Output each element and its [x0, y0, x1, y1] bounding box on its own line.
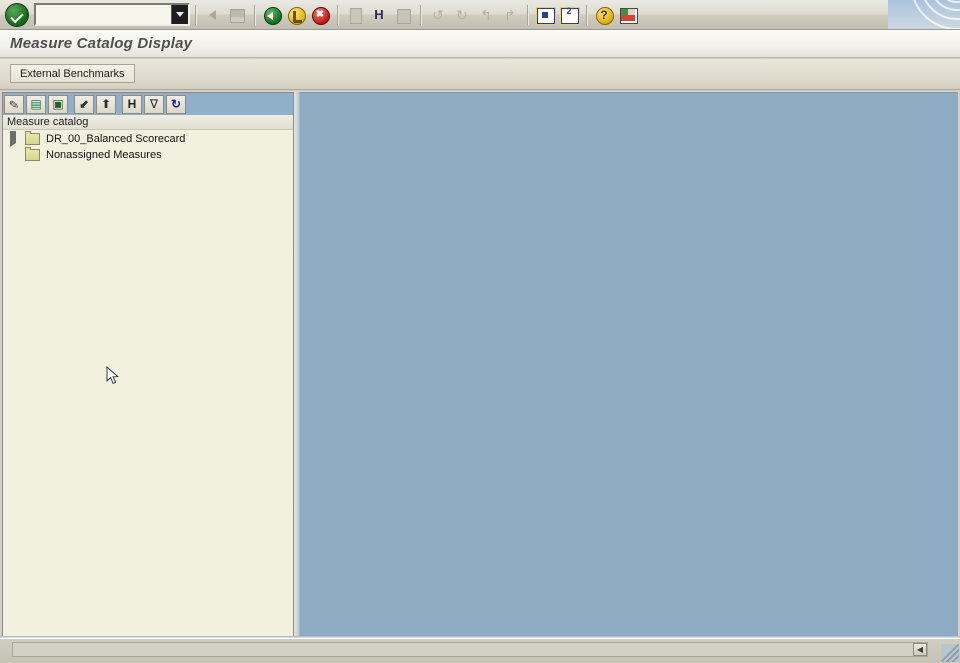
- status-bar: ◀: [0, 638, 960, 663]
- page-title: Measure Catalog Display: [10, 35, 193, 52]
- tab-external-benchmarks[interactable]: External Benchmarks: [10, 64, 135, 83]
- next-page-button: [475, 4, 497, 26]
- chevron-right-icon: [10, 131, 16, 147]
- tabstrip: External Benchmarks: [0, 59, 960, 90]
- folder-icon: [25, 147, 40, 161]
- tree-filter-button[interactable]: ∇: [144, 94, 164, 114]
- tree-collapse-button[interactable]: ⬆: [96, 94, 116, 114]
- toolbar-separator: [586, 4, 587, 25]
- cancel-button[interactable]: [309, 4, 331, 26]
- toolbar-separator: [420, 4, 421, 25]
- disk-icon: ▣: [52, 97, 64, 111]
- scrollbar-thumb[interactable]: ◀: [913, 643, 927, 656]
- tree-body: DR_00_Balanced Scorecard Nonassigned Mea…: [3, 131, 293, 636]
- create-shortcut-button[interactable]: [558, 4, 580, 26]
- resize-grip-icon[interactable]: [941, 644, 959, 662]
- measure-catalog-tree-panel: ✎ ▤ ▣ ⬋ ⬆ H ∇ ↻ Measure catalog DR_00_Ba…: [2, 92, 294, 637]
- tree-expand-button[interactable]: ⬋: [74, 94, 94, 114]
- folder-icon: [25, 131, 40, 145]
- expand-toggle-icon[interactable]: [7, 131, 21, 147]
- refresh-icon: ↻: [170, 97, 182, 111]
- tree-node-label: DR_00_Balanced Scorecard: [46, 133, 186, 145]
- command-field-dropdown-icon[interactable]: [171, 5, 188, 24]
- binoculars-icon: H: [127, 97, 137, 111]
- command-field[interactable]: [34, 3, 190, 26]
- title-bar: Measure Catalog Display: [0, 30, 960, 58]
- tree-refresh-button[interactable]: ↻: [166, 94, 186, 114]
- toolbar-separator: [337, 4, 338, 25]
- tree-display-button[interactable]: ▤: [26, 94, 46, 114]
- customize-layout-button[interactable]: [617, 4, 639, 26]
- help-button[interactable]: [593, 4, 615, 26]
- filter-icon: ∇: [149, 97, 159, 111]
- pencil-icon: ✎: [8, 96, 20, 112]
- scrollbar-thumb-glyph: ◀: [916, 645, 924, 654]
- tree-find-button[interactable]: H: [122, 94, 142, 114]
- create-session-button[interactable]: [534, 4, 556, 26]
- tab-label: External Benchmarks: [20, 67, 125, 80]
- tree-column-header-label: Measure catalog: [7, 116, 89, 128]
- tree-node-balanced-scorecard[interactable]: DR_00_Balanced Scorecard: [3, 131, 293, 147]
- tree-node-nonassigned-measures[interactable]: Nonassigned Measures: [3, 147, 293, 163]
- tree-column-header: Measure catalog: [3, 115, 293, 130]
- first-page-button: [427, 4, 449, 26]
- expand-all-icon: ⬋: [78, 97, 90, 111]
- card-icon: ▤: [30, 97, 42, 111]
- tree-node-label: Nonassigned Measures: [46, 149, 162, 161]
- horizontal-scrollbar[interactable]: ◀: [12, 642, 928, 657]
- tree-save-button[interactable]: ▣: [48, 94, 68, 114]
- collapse-all-icon: ⬆: [100, 97, 112, 111]
- mouse-cursor: [106, 366, 120, 385]
- previous-page-button: [451, 4, 473, 26]
- command-input[interactable]: [36, 5, 171, 24]
- system-toolbar: [0, 0, 960, 30]
- toolbar-separator: [195, 4, 196, 25]
- history-back-button: [202, 4, 224, 26]
- print-button: [344, 4, 366, 26]
- enter-ok-button[interactable]: [5, 2, 29, 27]
- detail-content-panel: [300, 92, 958, 637]
- toolbar-separator: [527, 4, 528, 25]
- tree-edit-button[interactable]: ✎: [4, 94, 24, 114]
- toolbar-separator: [254, 4, 255, 25]
- exit-button[interactable]: [285, 4, 307, 26]
- tree-toolbar: ✎ ▤ ▣ ⬋ ⬆ H ∇ ↻: [3, 93, 293, 115]
- expand-toggle-placeholder: [7, 147, 21, 163]
- save-button: [226, 4, 248, 26]
- find-next-button: [392, 4, 414, 26]
- sap-corner-ripple-decoration: [888, 0, 960, 29]
- back-button[interactable]: [261, 4, 283, 26]
- find-button[interactable]: [368, 4, 390, 26]
- sap-gui-window: Measure Catalog Display External Benchma…: [0, 0, 960, 663]
- last-page-button: [499, 4, 521, 26]
